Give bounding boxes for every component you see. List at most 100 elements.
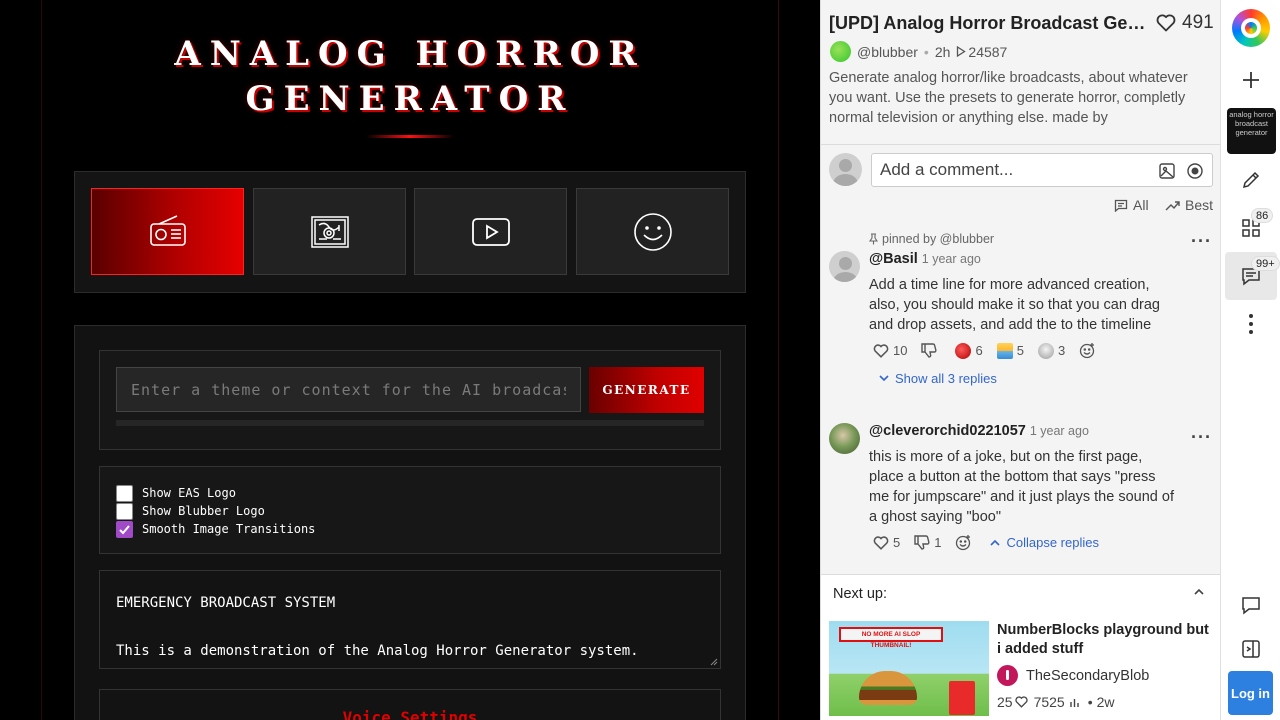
comment-like-count: 5 bbox=[893, 535, 901, 550]
chat-icon bbox=[1242, 597, 1260, 615]
author-avatar[interactable] bbox=[830, 41, 851, 62]
post-title: [UPD] Analog Horror Broadcast Generator bbox=[829, 13, 1147, 33]
blubber-logo-checkbox[interactable] bbox=[116, 502, 133, 520]
comment-like-count: 10 bbox=[893, 343, 908, 358]
plus-icon bbox=[1243, 72, 1259, 88]
sort-best-button[interactable]: Best bbox=[1165, 197, 1213, 213]
sunrise-emoji-icon bbox=[996, 342, 1013, 359]
broadcast-line-1: EMERGENCY BROADCAST SYSTEM bbox=[116, 595, 336, 611]
preset-map[interactable] bbox=[253, 188, 406, 275]
generate-button[interactable]: GENERATE bbox=[589, 367, 704, 413]
divider bbox=[821, 144, 1220, 145]
preset-smiley[interactable] bbox=[576, 188, 729, 275]
comment-avatar[interactable] bbox=[829, 251, 860, 282]
preset-television[interactable] bbox=[414, 188, 567, 275]
image-attach-icon[interactable] bbox=[1158, 162, 1176, 180]
post-description: Generate analog horror/like broadcasts, … bbox=[829, 70, 1188, 126]
meta-separator: • bbox=[923, 43, 929, 60]
voice-settings-title: Voice Settings bbox=[342, 708, 478, 720]
add-reaction-button[interactable] bbox=[955, 534, 976, 551]
add-reaction-icon bbox=[1080, 343, 1095, 359]
comment-menu-button[interactable]: ··· bbox=[1191, 231, 1212, 252]
add-reaction-button[interactable] bbox=[1079, 342, 1100, 359]
burger-image bbox=[859, 671, 917, 705]
collapse-replies-link[interactable]: Collapse replies bbox=[990, 535, 1099, 550]
broadcast-textarea[interactable]: EMERGENCY BROADCAST SYSTEM This is a dem… bbox=[99, 570, 721, 669]
comment-author[interactable]: @cleverorchid0221057 bbox=[869, 423, 1026, 439]
blubber-logo-option[interactable]: Show Blubber Logo bbox=[116, 502, 265, 520]
eas-logo-checkbox[interactable] bbox=[116, 484, 133, 502]
play-count: 24587 bbox=[968, 43, 1008, 60]
pinned-by-label: pinned by @blubber bbox=[882, 232, 995, 246]
progress-bar bbox=[116, 420, 704, 426]
play-count-icon bbox=[957, 46, 967, 57]
comment-dislike-button[interactable]: 1 bbox=[914, 535, 941, 550]
edit-button[interactable] bbox=[1239, 168, 1263, 192]
smooth-transitions-checkbox[interactable] bbox=[116, 520, 133, 538]
sort-all-label: All bbox=[1133, 197, 1149, 213]
next-up-section: Next up: NO MORE AI SLOP THUMBNAIL! Numb… bbox=[821, 574, 1220, 720]
app-canvas: ANALOG HORROR GENERATOR Enter a theme or… bbox=[0, 0, 820, 720]
smooth-transitions-option[interactable]: Smooth Image Transitions bbox=[116, 520, 315, 538]
pin-icon bbox=[869, 233, 878, 245]
post-age: 2h bbox=[934, 43, 951, 60]
chat-button[interactable] bbox=[1239, 593, 1263, 617]
comment-time: 1 year ago bbox=[921, 252, 981, 266]
new-project-button[interactable] bbox=[1239, 68, 1263, 92]
current-user-avatar bbox=[829, 153, 862, 186]
map-icon bbox=[310, 215, 349, 248]
comment-body: this is more of a joke, but on the first… bbox=[869, 449, 1174, 525]
next-up-title[interactable]: NumberBlocks playground but i added stuf… bbox=[997, 621, 1215, 659]
right-rail: analog horror broadcast generator 86 99+… bbox=[1220, 0, 1280, 720]
smiley-icon bbox=[633, 212, 672, 251]
sort-all-button[interactable]: All bbox=[1114, 197, 1149, 213]
reaction-count-2: 5 bbox=[1016, 343, 1024, 358]
reaction-sunrise[interactable]: 5 bbox=[996, 342, 1024, 359]
red-creature-emoji-icon bbox=[955, 342, 972, 359]
app-title-line1: ANALOG HORROR bbox=[174, 34, 646, 74]
comment-input[interactable] bbox=[880, 154, 1150, 186]
remix-count-badge: 86 bbox=[1251, 208, 1274, 223]
reaction-skull[interactable]: 3 bbox=[1037, 342, 1065, 359]
comment-count-badge: 99+ bbox=[1251, 256, 1280, 271]
eas-logo-option[interactable]: Show EAS Logo bbox=[116, 484, 236, 502]
theme-input[interactable] bbox=[116, 367, 581, 412]
pinned-indicator: pinned by @blubber bbox=[869, 232, 994, 246]
voice-settings-panel: Voice Settings bbox=[99, 689, 721, 720]
author-name[interactable]: @blubber bbox=[857, 44, 918, 60]
preset-radio[interactable] bbox=[91, 188, 244, 275]
heart-icon bbox=[873, 535, 889, 550]
comment-reactions: 10 6 5 3 bbox=[873, 342, 1114, 359]
heart-icon bbox=[873, 343, 889, 358]
comment-menu-button[interactable]: ··· bbox=[1191, 427, 1212, 448]
comment-author[interactable]: @Basil bbox=[869, 251, 918, 267]
login-button[interactable]: Log in bbox=[1228, 671, 1273, 715]
record-icon[interactable] bbox=[1186, 162, 1204, 180]
blubber-logo-label: Show Blubber Logo bbox=[142, 504, 265, 518]
comment-list-icon bbox=[1114, 199, 1128, 212]
heart-icon bbox=[1014, 696, 1028, 708]
reaction-skull-red[interactable]: 6 bbox=[955, 342, 983, 359]
next-up-stats: 25 7525 • 2w bbox=[997, 694, 1115, 710]
app-title-line2: GENERATOR bbox=[245, 79, 575, 119]
toggle-panel-button[interactable] bbox=[1239, 637, 1263, 661]
comment-time: 1 year ago bbox=[1029, 424, 1089, 438]
show-replies-link[interactable]: Show all 3 replies bbox=[879, 371, 997, 386]
websim-logo-icon[interactable] bbox=[1232, 9, 1270, 47]
next-up-thumbnail[interactable]: NO MORE AI SLOP THUMBNAIL! bbox=[829, 621, 989, 716]
project-thumbnail[interactable]: analog horror broadcast generator bbox=[1227, 108, 1276, 154]
chevron-up-icon[interactable] bbox=[1193, 587, 1205, 597]
comment-like-button[interactable]: 5 bbox=[873, 535, 900, 550]
heart-icon bbox=[1156, 14, 1176, 32]
comment-dislike-button[interactable] bbox=[921, 343, 941, 358]
comment-like-button[interactable]: 10 bbox=[873, 343, 907, 358]
next-up-author[interactable]: TheSecondaryBlob bbox=[997, 665, 1149, 686]
radio-icon bbox=[149, 214, 186, 246]
resize-handle-icon[interactable] bbox=[710, 658, 718, 666]
comment-avatar[interactable] bbox=[829, 423, 860, 454]
like-button[interactable]: 491 bbox=[1156, 12, 1214, 34]
thumbs-down-icon bbox=[921, 343, 938, 358]
skull-emoji-icon bbox=[1037, 342, 1054, 359]
more-options-button[interactable] bbox=[1239, 312, 1263, 336]
comment-box bbox=[871, 153, 1213, 187]
